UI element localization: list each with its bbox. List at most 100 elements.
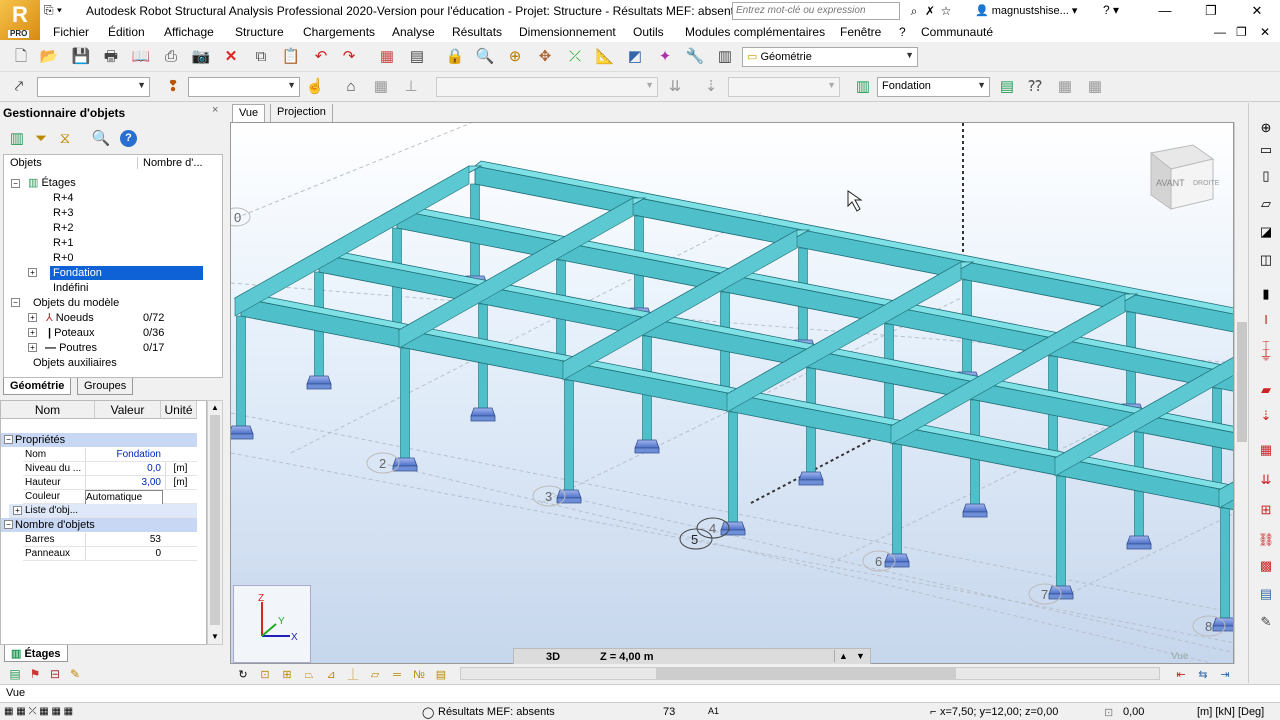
- footing-base[interactable]: [556, 497, 582, 504]
- footing-base[interactable]: [962, 511, 988, 518]
- column[interactable]: [1220, 507, 1230, 627]
- table-icon[interactable]: ▤: [1257, 585, 1275, 603]
- beam-add-icon[interactable]: ▱: [1257, 195, 1275, 213]
- select-icon[interactable]: ⤫: [564, 46, 586, 68]
- close-icon[interactable]: ×: [212, 104, 218, 116]
- case-select[interactable]: ▼: [436, 77, 658, 97]
- bar-add-icon[interactable]: ▭: [1257, 141, 1275, 159]
- screenshot-icon[interactable]: ⎙: [160, 46, 182, 68]
- story-table-icon[interactable]: ▦: [1054, 76, 1076, 98]
- member-icon[interactable]: ◫: [1257, 251, 1275, 269]
- layout-select[interactable]: ▭ Géométrie ▼: [742, 47, 918, 67]
- print-icon[interactable]: 🖶: [100, 46, 122, 68]
- node-tool-icon[interactable]: ⤤: [8, 76, 30, 98]
- prop-row-couleur[interactable]: Couleur Automatique: [23, 490, 197, 505]
- table-icon[interactable]: ▤: [406, 46, 428, 68]
- maximize-button[interactable]: ❐: [1188, 0, 1234, 22]
- support-icon[interactable]: ⊥: [400, 76, 422, 98]
- tree-item-fondation[interactable]: Fondation: [50, 266, 203, 280]
- story-help-icon[interactable]: ⁇: [1024, 76, 1046, 98]
- 3d-viewport[interactable]: 0 2 3 4 5 6 7 8 AVANT DROITE Z Y X Vue: [230, 122, 1234, 664]
- footing-base[interactable]: [884, 561, 910, 568]
- column[interactable]: [892, 443, 902, 563]
- hand-icon[interactable]: ☝: [304, 76, 326, 98]
- load-case-icon[interactable]: ⇣: [700, 76, 722, 98]
- status-units[interactable]: [m] [kN] [Deg]: [1197, 706, 1264, 718]
- scroll-thumb[interactable]: [656, 668, 956, 679]
- tab-projection[interactable]: Projection: [270, 104, 333, 122]
- section-icon[interactable]: ◩: [624, 46, 646, 68]
- menu-chargements[interactable]: Chargements: [303, 25, 375, 39]
- bar-select[interactable]: ▼: [188, 77, 300, 97]
- prop-row-niveau[interactable]: Niveau du ... 0,0 [m]: [23, 462, 197, 476]
- story-table2-icon[interactable]: ▦: [1084, 76, 1106, 98]
- tree-item-r2[interactable]: R+2: [53, 221, 74, 235]
- search-icon[interactable]: 🔍: [90, 128, 112, 150]
- footing[interactable]: [470, 407, 496, 417]
- level-up-icon[interactable]: ▲: [834, 650, 852, 662]
- footing-base[interactable]: [470, 415, 496, 422]
- footing-base[interactable]: [231, 433, 254, 440]
- close-search-icon[interactable]: ✗: [922, 3, 938, 19]
- footing[interactable]: [884, 553, 910, 563]
- story-edit-icon[interactable]: ✎: [64, 663, 86, 685]
- menu-modules[interactable]: Modules complémentaires: [685, 25, 825, 39]
- prop-row-panneaux[interactable]: Panneaux 0: [23, 547, 197, 561]
- layout-icon[interactable]: ▥: [714, 46, 736, 68]
- tools-icon[interactable]: 🔧: [684, 46, 706, 68]
- node-number-icon[interactable]: ⊡: [254, 664, 276, 686]
- footing[interactable]: [306, 375, 332, 385]
- lock-icon[interactable]: 🔒: [444, 46, 466, 68]
- section-proprietes[interactable]: − Propriétés: [1, 433, 197, 447]
- tree-item-beams[interactable]: — Poutres: [45, 341, 97, 355]
- footing-base[interactable]: [306, 383, 332, 390]
- properties-scrollbar[interactable]: ▲ ▼: [207, 400, 223, 645]
- view-tool-icon[interactable]: ↻: [232, 664, 254, 686]
- flag-icon[interactable]: ⚑: [24, 663, 46, 685]
- save-icon[interactable]: 💾: [70, 46, 92, 68]
- scroll-thumb[interactable]: [1237, 322, 1247, 442]
- tree-item-r0[interactable]: R+0: [53, 251, 74, 265]
- panel-icon[interactable]: ▱: [364, 664, 386, 686]
- column[interactable]: [400, 347, 410, 467]
- release-icon[interactable]: ⊿: [320, 664, 342, 686]
- export-icon[interactable]: ⇥: [1214, 664, 1236, 686]
- quick-access-icons[interactable]: ⎘ ▾: [44, 3, 62, 18]
- filter-icon[interactable]: ⏷: [30, 128, 52, 150]
- section-nombre-objets[interactable]: − Nombre d'objets: [1, 518, 197, 532]
- view-mode[interactable]: 3D: [546, 651, 560, 663]
- structure-3d-view[interactable]: 0 2 3 4 5 6 7 8 AVANT DROITE: [231, 123, 1234, 664]
- tree-item-r3[interactable]: R+3: [53, 206, 74, 220]
- view-cube[interactable]: AVANT DROITE: [1149, 144, 1220, 210]
- search-input[interactable]: Entrez mot-clé ou expression: [732, 2, 900, 20]
- camera-icon[interactable]: 📷: [190, 46, 212, 68]
- expand-icon[interactable]: +: [28, 313, 37, 322]
- copy-icon[interactable]: ⧉: [250, 46, 272, 68]
- mesh-icon[interactable]: ▩: [1257, 557, 1275, 575]
- bar-number-icon[interactable]: ⊞: [276, 664, 298, 686]
- scroll-up-icon[interactable]: ▲: [211, 403, 219, 412]
- bar-tool-icon[interactable]: ❢: [162, 76, 184, 98]
- calculator-icon[interactable]: ▦: [376, 46, 398, 68]
- pan-icon[interactable]: ✥: [534, 46, 556, 68]
- footing-base[interactable]: [634, 447, 660, 454]
- scroll-thumb[interactable]: [210, 415, 220, 625]
- offset-icon[interactable]: ═: [386, 664, 408, 686]
- doc-restore-button[interactable]: ❐: [1236, 25, 1247, 39]
- doc-close-button[interactable]: ✕: [1260, 25, 1270, 39]
- mirror-icon[interactable]: ⇆: [1192, 664, 1214, 686]
- collapse-icon[interactable]: −: [11, 179, 20, 188]
- structure-frame[interactable]: [231, 160, 1234, 632]
- user-menu[interactable]: 👤 magnustshise... ▾: [975, 4, 1077, 17]
- home-icon[interactable]: ⌂: [340, 76, 362, 98]
- tree-item-r1[interactable]: R+1: [53, 236, 74, 250]
- level-down-icon[interactable]: ▼: [852, 650, 869, 662]
- star-icon[interactable]: ☆: [938, 3, 954, 19]
- tree-item-model-objects[interactable]: Objets du modèle: [33, 296, 119, 310]
- section-icon[interactable]: I: [1257, 311, 1275, 329]
- menu-communaute[interactable]: Communauté: [921, 25, 993, 39]
- story-up-icon[interactable]: ▤: [996, 76, 1018, 98]
- prop-row-barres[interactable]: Barres 53: [23, 533, 197, 547]
- close-button[interactable]: ✕: [1234, 0, 1280, 22]
- footing[interactable]: [392, 457, 418, 467]
